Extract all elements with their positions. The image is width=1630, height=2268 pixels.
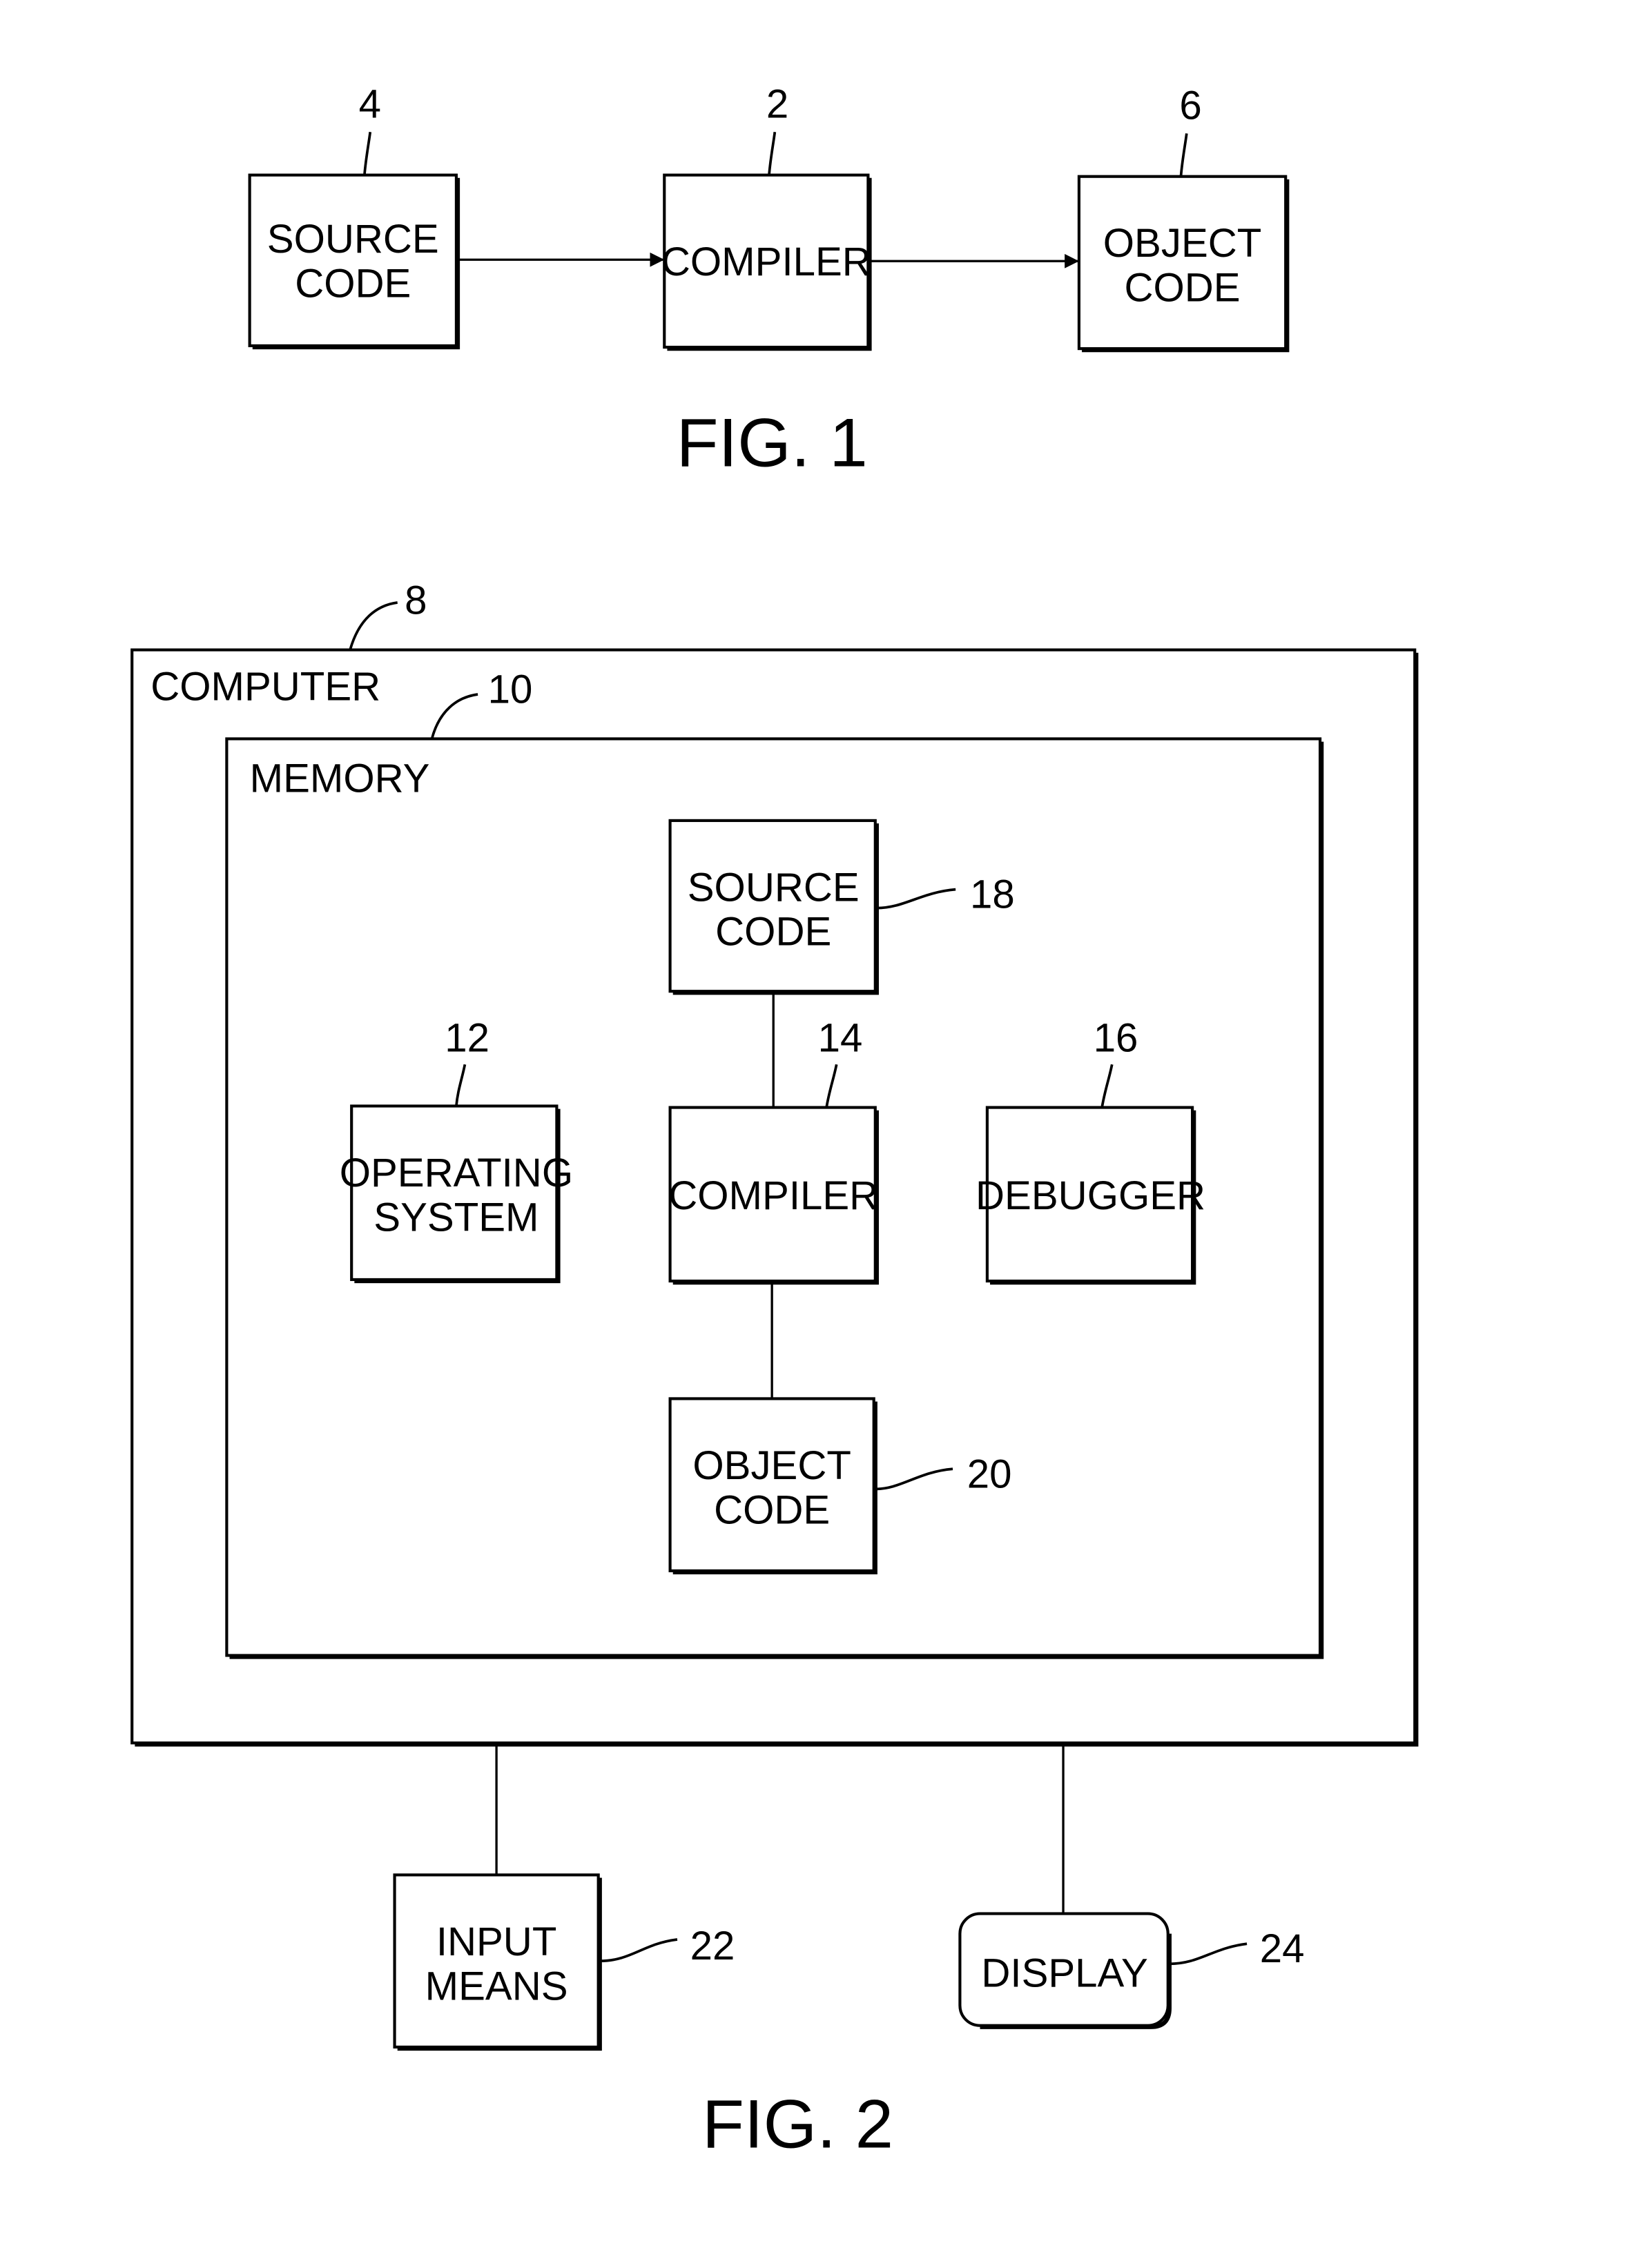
ref-20: 20 — [967, 1451, 1012, 1496]
fig2-object-code-label-line2: CODE — [714, 1487, 830, 1532]
figure-1: SOURCE CODE 4 COMPILER 2 OBJECT CODE 6 F… — [248, 81, 1290, 482]
fig1-ref-6: 6 — [1179, 84, 1201, 128]
ref-16: 16 — [1094, 1015, 1138, 1060]
fig1-compiler-block: COMPILER 2 — [661, 81, 872, 351]
fig1-ref-leader-6 — [1179, 133, 1188, 177]
fig1-ref-4: 4 — [359, 81, 381, 126]
input-means-label-line1: INPUT — [436, 1919, 557, 1964]
fig1-ref-leader-4 — [363, 132, 372, 175]
os-label-line2: SYSTEM — [373, 1195, 539, 1240]
fig1-ref-leader-2 — [768, 132, 777, 175]
ref-12: 12 — [445, 1015, 489, 1060]
fig2-compiler-label: COMPILER — [668, 1173, 878, 1218]
fig2-source-code-label-line1: SOURCE — [688, 865, 860, 910]
ref-18: 18 — [970, 872, 1015, 917]
os-label-line1: OPERATING — [340, 1151, 573, 1195]
patent-drawing: SOURCE CODE 4 COMPILER 2 OBJECT CODE 6 F… — [130, 81, 1419, 2162]
fig1-source-code-block: SOURCE CODE 4 — [248, 81, 460, 350]
fig1-object-code-label-line2: CODE — [1124, 266, 1240, 311]
fig2-caption: FIG. 2 — [702, 2086, 893, 2162]
ref-leader-8 — [349, 601, 398, 651]
figure-2: COMPUTER 8 MEMORY 10 SOURCE CODE 18 OPER… — [130, 578, 1419, 2162]
fig1-source-code-label-line2: CODE — [295, 261, 411, 306]
display-block: DISPLAY 24 — [958, 1912, 1305, 2029]
fig1-ref-2: 2 — [766, 81, 788, 126]
fig2-object-code-label-line1: OBJECT — [692, 1443, 851, 1488]
debugger-label: DEBUGGER — [976, 1173, 1205, 1218]
input-means-block: INPUT MEANS 22 — [393, 1873, 735, 2051]
ref-22: 22 — [690, 1924, 735, 1968]
ref-24: 24 — [1260, 1926, 1305, 1971]
display-label: DISPLAY — [981, 1951, 1147, 1996]
fig2-source-code-label-line2: CODE — [715, 910, 831, 955]
fig1-object-code-block: OBJECT CODE 6 — [1077, 84, 1290, 353]
fig1-object-code-label-line1: OBJECT — [1103, 221, 1262, 266]
ref-10: 10 — [488, 667, 533, 712]
ref-leader-22 — [599, 1938, 678, 1963]
memory-label: MEMORY — [250, 756, 430, 801]
ref-leader-24 — [1169, 1942, 1248, 1966]
fig1-caption: FIG. 1 — [677, 405, 868, 482]
computer-label: COMPUTER — [151, 664, 380, 709]
fig1-source-code-label-line1: SOURCE — [267, 217, 439, 262]
ref-8: 8 — [405, 578, 427, 623]
fig1-compiler-label: COMPILER — [661, 239, 871, 284]
ref-14: 14 — [818, 1015, 863, 1060]
input-means-label-line2: MEANS — [425, 1964, 568, 2008]
